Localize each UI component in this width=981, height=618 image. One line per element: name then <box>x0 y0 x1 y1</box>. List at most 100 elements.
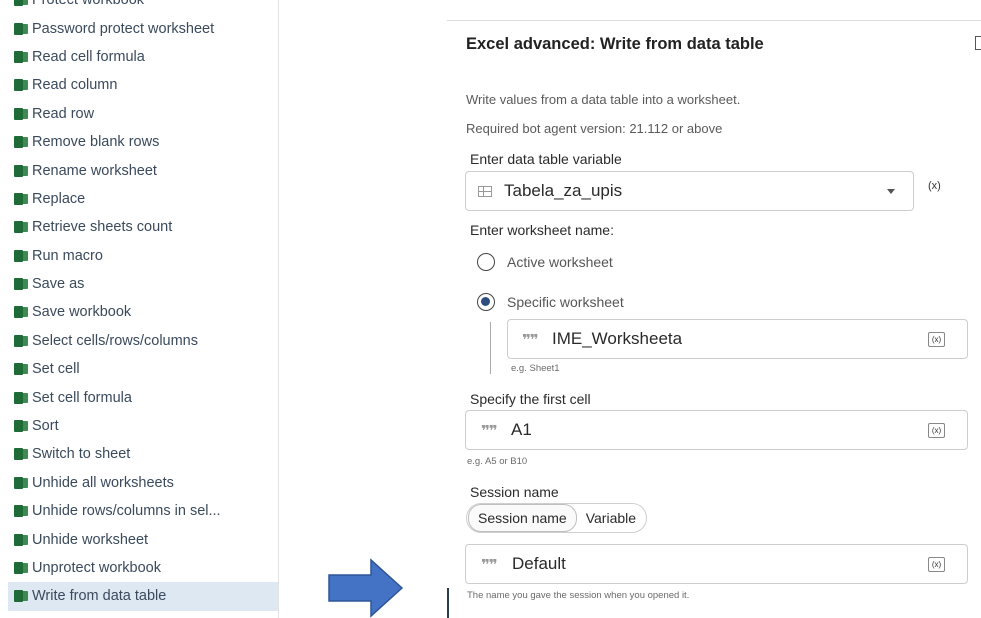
toggle-session-name[interactable]: Session name <box>468 504 577 532</box>
action-item-label: Save as <box>32 276 85 293</box>
excel-icon <box>14 164 28 177</box>
action-item-label: Password protect worksheet <box>32 20 215 37</box>
action-list-item[interactable]: Set cell <box>8 355 278 383</box>
excel-icon <box>14 533 28 546</box>
action-item-label: Sort <box>32 418 59 435</box>
excel-icon <box>14 334 28 347</box>
action-list-panel: Protect workbook Password protect workshe… <box>0 0 279 618</box>
action-list-item[interactable]: Retrieve sheets count <box>8 213 278 241</box>
panel-title: Excel advanced: Write from data table <box>466 35 764 53</box>
action-list-item[interactable]: Set cell formula <box>8 383 278 411</box>
action-item-label: Read column <box>32 77 118 94</box>
worksheet-name-field[interactable]: ❞❞ IME_Worksheeta (x) <box>507 319 968 359</box>
version-note: Required bot agent version: 21.112 or ab… <box>466 121 723 136</box>
radio-specific-worksheet[interactable] <box>477 293 495 311</box>
action-list-item[interactable]: Replace <box>8 185 278 213</box>
action-list-item[interactable]: Unhide all worksheets <box>8 469 278 497</box>
action-list-item[interactable]: Read cell formula <box>8 43 278 71</box>
action-item-label: Unhide rows/columns in sel... <box>32 503 221 520</box>
action-list-item[interactable]: Unhide worksheet <box>8 525 278 553</box>
action-item-label: Unhide all worksheets <box>32 474 174 491</box>
indent-guide <box>490 322 491 374</box>
excel-icon <box>14 249 28 262</box>
expand-icon[interactable] <box>975 36 981 50</box>
specific-worksheet-label: Specific worksheet <box>507 294 624 310</box>
action-item-label: Set cell formula <box>32 389 132 406</box>
action-list-item[interactable]: Rename worksheet <box>8 156 278 184</box>
excel-icon <box>14 192 28 205</box>
action-list-item[interactable]: Write from data table <box>8 582 278 611</box>
first-cell-field[interactable]: ❞❞ A1 (x) <box>465 410 968 450</box>
action-list-item[interactable]: Remove blank rows <box>8 128 278 156</box>
action-list-item[interactable]: Run macro <box>8 242 278 270</box>
first-cell-label: Specify the first cell <box>470 391 591 407</box>
session-name-field[interactable]: ❞❞ Default (x) <box>465 544 968 584</box>
insert-variable-button[interactable]: (x) <box>928 332 945 347</box>
active-worksheet-label: Active worksheet <box>507 254 613 270</box>
action-item-label: Switch to sheet <box>32 446 131 463</box>
insert-variable-icon[interactable]: (x) <box>928 180 941 192</box>
excel-icon <box>14 420 28 433</box>
quote-icon: ❞❞ <box>481 423 498 440</box>
properties-panel: Excel advanced: Write from data table Wr… <box>447 0 981 618</box>
session-name-value: Default <box>512 554 566 573</box>
session-source-toggle: Session name Variable <box>466 503 648 533</box>
worksheet-label: Enter worksheet name: <box>470 222 614 238</box>
insert-variable-button[interactable]: (x) <box>928 423 945 438</box>
chevron-down-icon[interactable] <box>887 189 895 194</box>
action-item-label: Remove blank rows <box>32 134 160 151</box>
toggle-variable[interactable]: Variable <box>577 505 645 531</box>
radio-active-worksheet[interactable] <box>477 253 495 271</box>
action-list-item[interactable]: Save as <box>8 270 278 298</box>
action-list-item[interactable]: Read column <box>8 71 278 99</box>
action-item-label: Write from data table <box>32 588 167 605</box>
panel-divider <box>447 20 981 21</box>
excel-icon <box>14 363 28 376</box>
action-item-label: Select cells/rows/columns <box>32 332 198 349</box>
quote-icon: ❞❞ <box>481 557 498 574</box>
excel-icon <box>14 0 28 7</box>
excel-icon <box>14 136 28 149</box>
first-cell-value: A1 <box>511 420 532 439</box>
excel-icon <box>14 306 28 319</box>
excel-icon <box>14 448 28 461</box>
panel-description: Write values from a data table into a wo… <box>466 92 741 107</box>
data-table-label: Enter data table variable <box>470 151 622 167</box>
action-list-item[interactable]: Select cells/rows/columns <box>8 327 278 355</box>
action-list-item[interactable]: Sort <box>8 412 278 440</box>
first-cell-hint: e.g. A5 or B10 <box>467 456 528 467</box>
excel-icon <box>14 505 28 518</box>
action-list-item[interactable]: Protect workbook <box>8 0 278 14</box>
action-list-item[interactable]: Unhide rows/columns in sel... <box>8 497 278 525</box>
data-table-value: Tabela_za_upis <box>504 181 623 200</box>
action-item-label: Read cell formula <box>32 48 145 65</box>
action-list-item[interactable]: Password protect worksheet <box>8 14 278 42</box>
session-hint: The name you gave the session when you o… <box>467 590 690 601</box>
action-item-label: Unprotect workbook <box>32 560 161 576</box>
action-list-item[interactable]: Read row <box>8 100 278 128</box>
excel-icon <box>14 590 28 603</box>
excel-icon <box>14 476 28 489</box>
excel-icon <box>14 562 28 574</box>
action-item-label: Run macro <box>32 247 103 264</box>
panel-edge <box>447 588 449 618</box>
excel-icon <box>14 278 28 291</box>
action-item-label: Save workbook <box>32 304 132 321</box>
action-list-item[interactable]: Switch to sheet <box>8 440 278 468</box>
excel-icon <box>14 107 28 120</box>
action-item-label: Protect workbook <box>32 0 145 9</box>
right-arrow-icon <box>328 558 404 618</box>
worksheet-name-value: IME_Worksheeta <box>552 329 683 348</box>
action-item-label: Replace <box>32 190 86 207</box>
insert-variable-button[interactable]: (x) <box>928 557 945 572</box>
action-list-item[interactable]: Save workbook <box>8 298 278 326</box>
action-list-item[interactable]: Unprotect workbook <box>8 554 278 582</box>
quote-icon: ❞❞ <box>522 332 539 349</box>
excel-icon <box>14 221 28 234</box>
worksheet-hint: e.g. Sheet1 <box>511 363 560 374</box>
data-table-select[interactable]: Tabela_za_upis <box>465 171 914 211</box>
action-item-label: Set cell <box>32 361 80 378</box>
excel-icon <box>14 79 28 92</box>
excel-icon <box>14 50 28 63</box>
table-icon <box>478 186 492 197</box>
